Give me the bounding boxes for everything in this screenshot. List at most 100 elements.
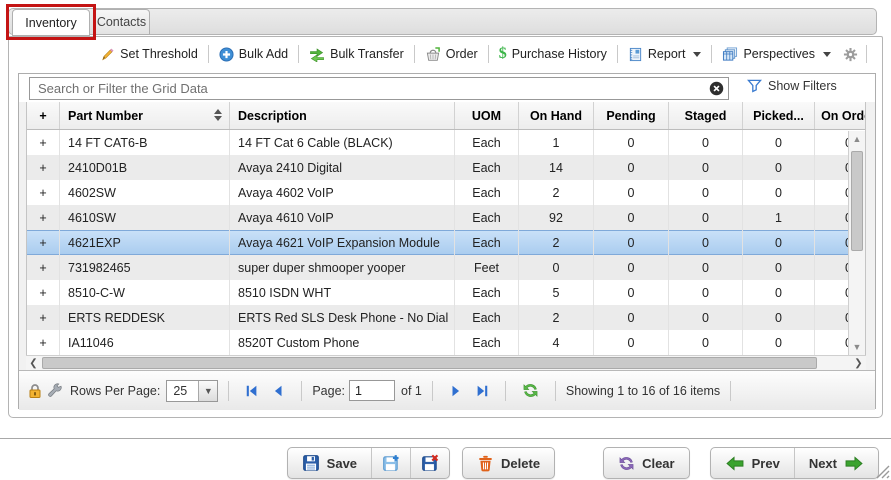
pager-separator (505, 381, 506, 401)
cell-staged: 0 (669, 230, 743, 255)
first-page-button[interactable] (245, 384, 259, 398)
table-row[interactable]: + 14 FT CAT6-B 14 FT Cat 6 Cable (BLACK)… (27, 130, 865, 155)
plus-circle-icon (219, 47, 234, 62)
perspectives-label: Perspectives (743, 47, 815, 61)
delete-button[interactable]: Delete (463, 448, 554, 478)
toolbar-separator (208, 45, 209, 63)
table-row[interactable]: + 2410D01B Avaya 2410 Digital Each 14 0 … (27, 155, 865, 180)
table-header: + Part Number Description UOM On Hand Pe… (27, 102, 865, 130)
column-part-number[interactable]: Part Number (60, 102, 230, 129)
table-row-selected[interactable]: + 4621EXP Avaya 4621 VoIP Expansion Modu… (27, 230, 865, 255)
table-row[interactable]: + 4610SW Avaya 4610 VoIP Each 92 0 0 1 0 (27, 205, 865, 230)
grid-settings-button[interactable] (838, 43, 863, 66)
cell-pending: 0 (594, 255, 669, 280)
rows-per-page-select[interactable]: 25 ▼ (166, 380, 218, 402)
cell-pending: 0 (594, 155, 669, 180)
row-expander[interactable]: + (27, 155, 60, 180)
horizontal-scrollbar[interactable]: ❮ ❯ (26, 355, 866, 370)
page-count-label: of 1 (401, 384, 422, 398)
show-filters-label: Show Filters (768, 79, 837, 93)
show-filters-toggle[interactable]: Show Filters (747, 78, 837, 93)
tab-contacts[interactable]: Contacts (93, 9, 150, 35)
cell-pending: 0 (594, 205, 669, 230)
row-expander[interactable]: + (27, 230, 60, 255)
next-page-button[interactable] (449, 384, 463, 398)
next-label: Next (809, 456, 837, 471)
cell-uom: Each (455, 330, 519, 355)
lock-icon[interactable] (27, 383, 43, 399)
table-row[interactable]: + 4602SW Avaya 4602 VoIP Each 2 0 0 0 0 (27, 180, 865, 205)
resize-grip[interactable] (873, 462, 890, 479)
row-expander[interactable]: + (27, 280, 60, 305)
tab-inventory-label: Inventory (25, 16, 76, 30)
refresh-button[interactable] (522, 382, 539, 399)
scroll-down-icon[interactable]: ▼ (849, 339, 865, 355)
column-on-order[interactable]: On Order (815, 102, 866, 129)
cell-picked: 0 (743, 255, 815, 280)
sort-icon (214, 109, 222, 121)
table-row[interactable]: + ERTS REDDESK ERTS Red SLS Desk Phone -… (27, 305, 865, 330)
bulk-transfer-button[interactable]: Bulk Transfer (302, 43, 411, 66)
page-number-input[interactable] (349, 380, 395, 401)
row-expander[interactable]: + (27, 205, 60, 230)
table-body: + 14 FT CAT6-B 14 FT Cat 6 Cable (BLACK)… (27, 130, 865, 355)
toolbar-separator (711, 45, 712, 63)
purchase-history-button[interactable]: $ Purchase History (492, 43, 614, 65)
delete-label: Delete (501, 456, 540, 471)
row-expander[interactable]: + (27, 255, 60, 280)
grid-container: Show Filters + Part Number Description U… (18, 73, 876, 409)
row-expander[interactable]: + (27, 180, 60, 205)
bulk-add-label: Bulk Add (239, 47, 288, 61)
wrench-icon[interactable] (47, 383, 63, 399)
vertical-scroll-thumb[interactable] (851, 151, 863, 251)
perspectives-button[interactable]: Perspectives (715, 43, 838, 66)
column-expander[interactable]: + (27, 102, 60, 129)
cell-uom: Each (455, 280, 519, 305)
set-threshold-button[interactable]: Set Threshold (93, 43, 205, 66)
clear-button[interactable]: Clear (604, 448, 689, 478)
cell-description: 14 FT Cat 6 Cable (BLACK) (230, 130, 455, 155)
report-button[interactable]: Report (621, 43, 709, 66)
toolbar-separator (414, 45, 415, 63)
scroll-up-icon[interactable]: ▲ (849, 131, 865, 147)
toolbar-separator (298, 45, 299, 63)
cell-on-hand: 14 (519, 155, 594, 180)
prev-page-button[interactable] (271, 384, 285, 398)
cell-picked: 0 (743, 280, 815, 305)
footer-toolbar: Save (287, 447, 879, 479)
cell-part-number: ERTS REDDESK (60, 305, 230, 330)
save-add-button[interactable] (372, 448, 411, 478)
clear-search-icon[interactable] (709, 81, 724, 96)
table-row[interactable]: + 731982465 super duper shmooper yooper … (27, 255, 865, 280)
row-expander[interactable]: + (27, 330, 60, 355)
column-description[interactable]: Description (230, 102, 455, 129)
last-page-button[interactable] (475, 384, 489, 398)
cell-uom: Each (455, 230, 519, 255)
cell-picked: 0 (743, 330, 815, 355)
inventory-window: Inventory Contacts Set Threshold (0, 0, 891, 480)
save-button[interactable]: Save (288, 448, 372, 478)
cell-staged: 0 (669, 305, 743, 330)
search-input[interactable] (29, 77, 729, 100)
bulk-add-button[interactable]: Bulk Add (212, 43, 295, 66)
table-row[interactable]: + 8510-C-W 8510 ISDN WHT Each 5 0 0 0 0 (27, 280, 865, 305)
table-row[interactable]: + IA11046 8520T Custom Phone Each 4 0 0 … (27, 330, 865, 355)
horizontal-scroll-thumb[interactable] (42, 357, 817, 369)
row-expander[interactable]: + (27, 130, 60, 155)
column-staged[interactable]: Staged (669, 102, 743, 129)
cell-uom: Each (455, 155, 519, 180)
vertical-scrollbar[interactable]: ▲ ▼ (848, 131, 865, 355)
column-uom[interactable]: UOM (455, 102, 519, 129)
column-picked[interactable]: Picked... (743, 102, 815, 129)
column-on-hand[interactable]: On Hand (519, 102, 594, 129)
scroll-right-icon[interactable]: ❯ (851, 356, 866, 370)
scroll-left-icon[interactable]: ❮ (26, 356, 41, 370)
save-remove-button[interactable] (411, 448, 449, 478)
column-pending[interactable]: Pending (594, 102, 669, 129)
cell-on-hand: 1 (519, 130, 594, 155)
tab-inventory[interactable]: Inventory (12, 9, 90, 36)
next-button[interactable]: Next (795, 448, 878, 478)
order-button[interactable]: Order (418, 43, 485, 66)
prev-button[interactable]: Prev (711, 448, 795, 478)
row-expander[interactable]: + (27, 305, 60, 330)
